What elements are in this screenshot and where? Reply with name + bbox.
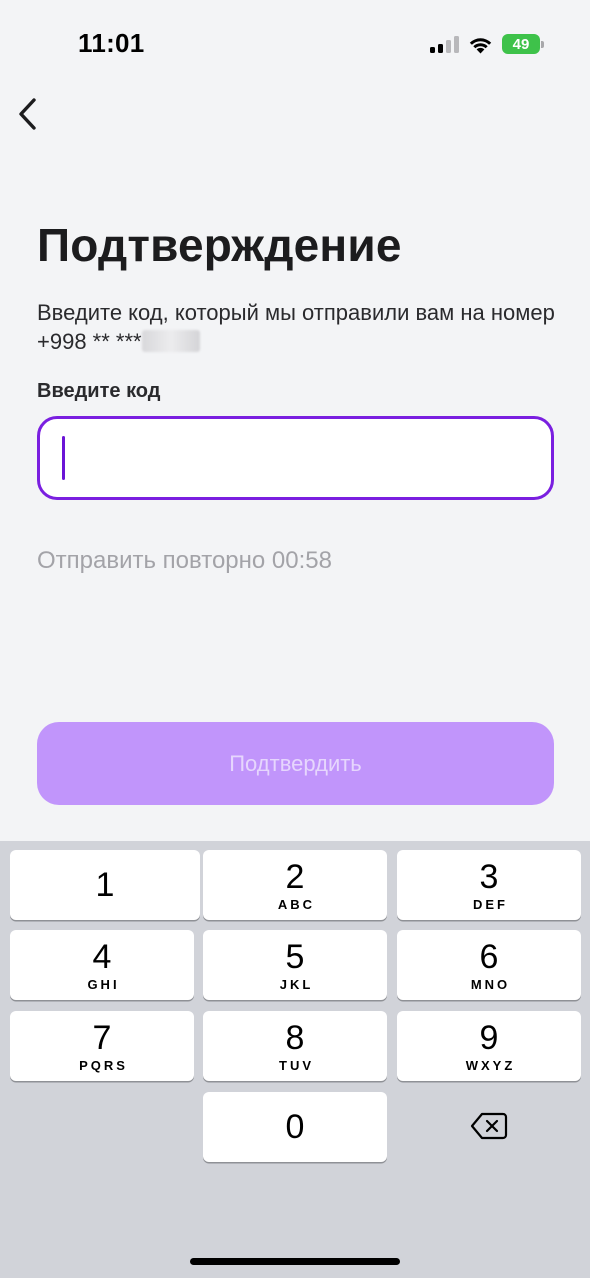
- masked-phone-digits: [141, 330, 200, 352]
- resend-code-timer: Отправить повторно 00:58: [37, 547, 332, 574]
- key-letters: PQRS: [79, 1057, 128, 1073]
- wifi-icon: [469, 37, 492, 53]
- key-digit: 4: [92, 937, 112, 976]
- chevron-left-icon: [19, 98, 36, 130]
- key-digit: 2: [285, 857, 305, 896]
- key-5[interactable]: 5 JKL: [203, 930, 387, 1000]
- backspace-icon: [470, 1112, 508, 1140]
- instructions-text: Введите код, который мы отправили вам на…: [37, 298, 557, 356]
- key-6[interactable]: 6 MNO: [397, 930, 581, 1000]
- key-digit: 6: [479, 937, 499, 976]
- key-digit: 0: [285, 1108, 305, 1146]
- cellular-signal-icon: [430, 35, 459, 53]
- key-9[interactable]: 9 WXYZ: [397, 1011, 581, 1081]
- key-letters: ABC: [277, 896, 316, 912]
- key-3[interactable]: 3 DEF: [397, 850, 581, 920]
- key-digit: 5: [285, 937, 305, 976]
- key-letters: TUV: [279, 1057, 314, 1073]
- code-field-label: Введите код: [37, 380, 161, 402]
- home-indicator[interactable]: [190, 1258, 400, 1265]
- key-digit: 8: [285, 1018, 305, 1057]
- key-digit: 9: [479, 1018, 499, 1057]
- text-caret: [62, 436, 65, 480]
- key-8[interactable]: 8 TUV: [203, 1011, 387, 1081]
- status-time: 11:01: [78, 28, 145, 58]
- screen: 11:01 49 Подтверждение Введите код, кото…: [0, 0, 590, 1278]
- key-2[interactable]: 2 ABC: [203, 850, 387, 920]
- code-input[interactable]: [37, 416, 554, 500]
- key-letters: MNO: [470, 976, 511, 992]
- numeric-keypad: 1 2 ABC 3 DEF 4 GHI 5 JKL 6 MNO 7 PQRS 8…: [0, 841, 590, 1278]
- key-letters: GHI: [87, 976, 120, 992]
- key-digit: 7: [92, 1018, 112, 1057]
- page-title: Подтверждение: [37, 219, 402, 271]
- battery-level: 49: [512, 35, 530, 53]
- back-button[interactable]: [10, 94, 46, 134]
- key-7[interactable]: 7 PQRS: [10, 1011, 194, 1081]
- status-icons: 49: [430, 33, 544, 55]
- battery-icon: 49: [502, 34, 544, 54]
- key-digit: 1: [95, 866, 115, 904]
- key-1[interactable]: 1: [10, 850, 200, 920]
- key-digit: 3: [479, 857, 499, 896]
- key-letters: WXYZ: [465, 1057, 516, 1073]
- confirm-button[interactable]: Подтвердить: [37, 722, 554, 805]
- key-letters: DEF: [473, 896, 508, 912]
- delete-key[interactable]: [397, 1091, 581, 1161]
- key-0[interactable]: 0: [203, 1092, 387, 1162]
- key-4[interactable]: 4 GHI: [10, 930, 194, 1000]
- key-letters: JKL: [279, 976, 314, 992]
- instructions-text-value: Введите код, который мы отправили вам на…: [37, 300, 555, 354]
